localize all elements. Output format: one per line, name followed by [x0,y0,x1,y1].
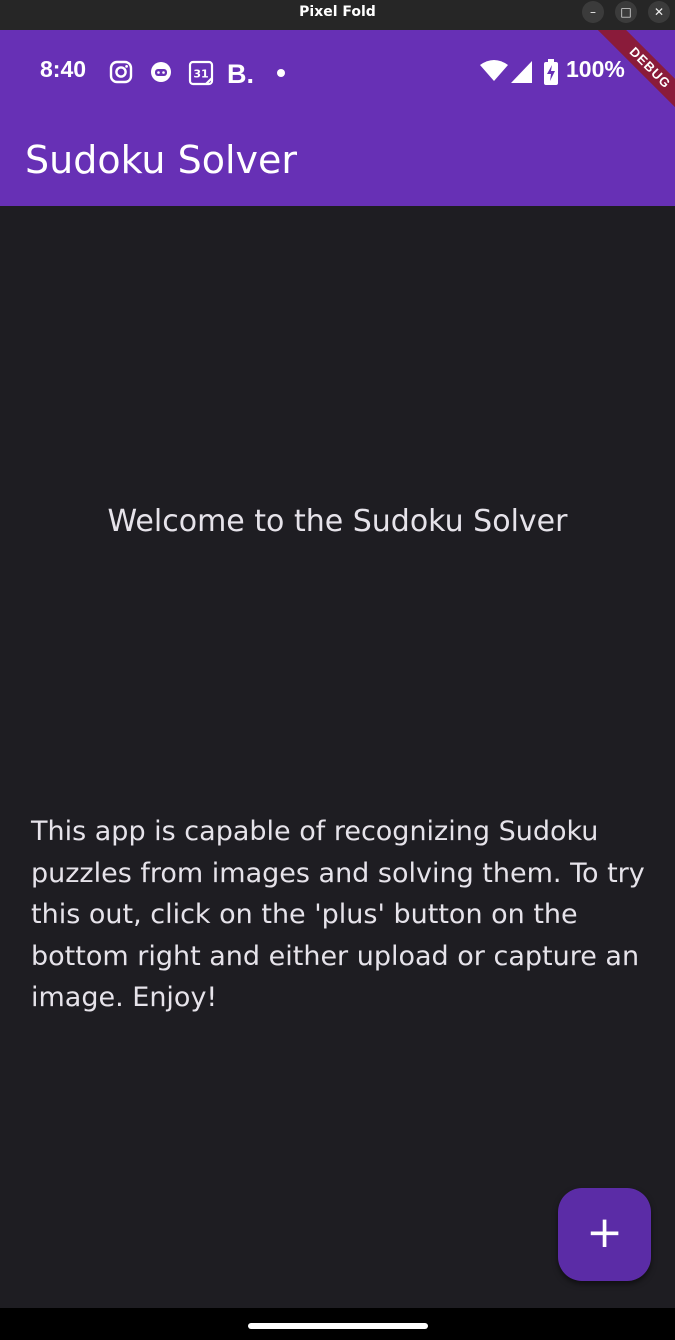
b-app-icon: B. [227,60,254,86]
instagram-icon [109,60,133,84]
plus-icon: + [586,1207,623,1258]
window-title: Pixel Fold [299,4,376,20]
battery-percentage: 100% [566,56,625,82]
wifi-icon [480,60,508,81]
battery-charging-icon [544,59,558,85]
navigation-bar [0,1308,675,1340]
close-button[interactable]: ✕ [648,1,670,23]
app-description: This app is capable of recognizing Sudok… [31,816,645,1013]
home-indicator[interactable] [248,1323,428,1329]
maximize-button[interactable]: □ [615,1,637,23]
calendar-icon: 31 [188,60,214,86]
signal-icon [511,61,532,83]
add-image-button[interactable]: + [558,1188,651,1281]
status-bar: 8:40 31 B. 100% DEBUG [0,30,675,116]
window-title-bar: Pixel Fold – □ ✕ [0,0,675,30]
welcome-heading: Welcome to the Sudoku Solver [107,504,568,539]
svg-text:B.: B. [227,60,254,86]
calendar-day: 31 [193,68,208,81]
bot-icon [151,62,171,82]
app-title: Sudoku Solver [25,138,297,182]
dot-icon [277,69,285,77]
main-content: Welcome to the Sudoku Solver This app is… [0,206,675,1308]
minimize-button[interactable]: – [582,1,604,23]
status-time: 8:40 [40,56,87,82]
app-bar: Sudoku Solver [0,116,675,206]
